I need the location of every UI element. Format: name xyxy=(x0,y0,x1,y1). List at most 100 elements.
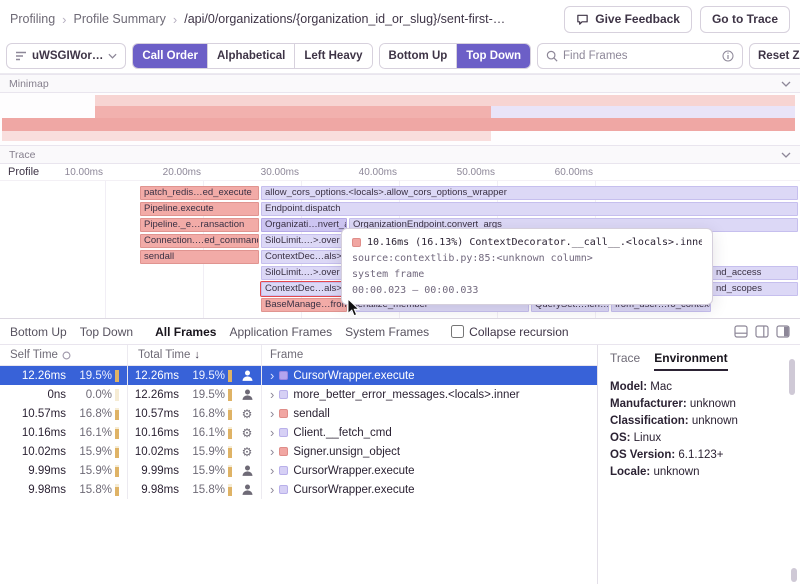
self-time-percent: 15.9% xyxy=(73,465,119,477)
details-tab-environment[interactable]: Environment xyxy=(654,351,727,371)
go-to-trace-label: Go to Trace xyxy=(712,12,778,26)
breadcrumb-item[interactable]: Profile Summary xyxy=(74,12,166,26)
total-time-percent: 16.1% xyxy=(186,427,232,439)
reset-zoom-button[interactable]: Reset Zoom xyxy=(749,43,800,69)
collapse-trace-icon[interactable] xyxy=(781,152,791,158)
flame-frame[interactable]: sendall xyxy=(140,250,259,264)
collapse-recursion[interactable]: Collapse recursion xyxy=(451,325,568,339)
flame-frame[interactable]: Endpoint.dispatch xyxy=(261,202,798,216)
give-feedback-button[interactable]: Give Feedback xyxy=(564,6,692,33)
table-row[interactable]: 10.57ms16.8%10.57ms16.8%⚙›sendall xyxy=(0,404,597,423)
tab-top-down[interactable]: Top Down xyxy=(80,325,133,339)
percent-bar xyxy=(115,370,119,382)
table-row[interactable]: 9.99ms15.9%9.99ms15.9%›CursorWrapper.exe… xyxy=(0,461,597,480)
go-to-trace-button[interactable]: Go to Trace xyxy=(700,6,790,33)
total-time-percent: 19.5% xyxy=(186,389,232,401)
breadcrumb-item[interactable]: Profiling xyxy=(10,12,55,26)
find-frames-search xyxy=(537,43,743,69)
sort-alphabetical[interactable]: Alphabetical xyxy=(207,44,294,68)
column-header-frame[interactable]: Frame xyxy=(262,349,597,361)
percent-bar xyxy=(228,484,232,496)
expand-caret[interactable]: › xyxy=(270,369,274,382)
tooltip-time-range: 00:00.023 — 00:00.033 xyxy=(352,285,702,296)
self-time-value: 0ns xyxy=(47,389,66,401)
percent-bar xyxy=(115,484,119,496)
flame-frame[interactable]: nd_access xyxy=(712,266,798,280)
details-tab-trace[interactable]: Trace xyxy=(610,351,640,371)
time-tick: 60.00ms xyxy=(535,167,593,178)
self-time-value: 10.16ms xyxy=(22,427,66,439)
detail-field: Classification: unknown xyxy=(610,413,788,430)
search-input[interactable] xyxy=(563,50,717,62)
expand-caret[interactable]: › xyxy=(270,445,274,458)
table-row[interactable]: 12.26ms19.5%12.26ms19.5%›CursorWrapper.e… xyxy=(0,366,597,385)
frame-color-chip xyxy=(279,409,288,418)
flame-frame[interactable]: Organizati…nvert_args xyxy=(261,218,347,232)
self-time-value: 12.26ms xyxy=(22,370,66,382)
self-time-value: 10.57ms xyxy=(22,408,66,420)
flame-frame[interactable]: ContextDec…als>.i… xyxy=(261,250,347,264)
column-header-total-time[interactable]: Total Time ↓ xyxy=(128,345,262,365)
tab-system-frames[interactable]: System Frames xyxy=(345,325,429,339)
time-tick: 30.00ms xyxy=(241,167,299,178)
view-top-down[interactable]: Top Down xyxy=(456,44,530,68)
minimap[interactable] xyxy=(0,93,800,145)
layout-dock-bottom-icon[interactable] xyxy=(734,325,748,338)
collapse-minimap-icon[interactable] xyxy=(781,81,791,87)
collapse-recursion-checkbox[interactable] xyxy=(451,325,464,338)
tab-application-frames[interactable]: Application Frames xyxy=(229,325,332,339)
flame-frame[interactable]: ContextDec…als>.i… xyxy=(261,282,347,296)
view-bottom-up[interactable]: Bottom Up xyxy=(380,44,457,68)
column-header-self-time[interactable]: Self Time xyxy=(0,345,128,365)
expand-caret[interactable]: › xyxy=(270,426,274,439)
expand-caret[interactable]: › xyxy=(270,407,274,420)
sort-left-heavy[interactable]: Left Heavy xyxy=(294,44,371,68)
flame-frame[interactable]: BaseManage…from_c… xyxy=(261,298,347,312)
flame-frame[interactable]: Pipeline.execute xyxy=(140,202,259,216)
user-icon xyxy=(239,388,255,401)
sort-desc-icon: ↓ xyxy=(194,349,200,361)
detail-field: OS Version: 6.1.123+ xyxy=(610,447,788,464)
frame-name: CursorWrapper.execute xyxy=(293,370,414,382)
flame-frame[interactable]: Pipeline._e…ransaction xyxy=(140,218,259,232)
page-scrollbar-thumb[interactable] xyxy=(791,568,797,582)
percent-bar xyxy=(115,427,119,439)
give-feedback-label: Give Feedback xyxy=(595,12,680,26)
expand-caret[interactable]: › xyxy=(270,483,274,496)
flame-chart[interactable]: 10.16ms (16.13%) ContextDecorator.__call… xyxy=(0,181,800,318)
flame-frame[interactable]: Connection.…ed_command xyxy=(140,234,259,248)
thread-selector-label: uWSGIWor… xyxy=(32,50,103,62)
details-fields: Model: MacManufacturer: unknownClassific… xyxy=(610,379,788,481)
table-row[interactable]: 10.16ms16.1%10.16ms16.1%⚙›Client.__fetch… xyxy=(0,423,597,442)
details-scrollbar[interactable] xyxy=(789,359,795,395)
flame-frame[interactable]: SiloLimit.…>.over… xyxy=(261,266,347,280)
flame-frame[interactable]: nd_scopes xyxy=(712,282,798,296)
frame-name: CursorWrapper.execute xyxy=(293,465,414,477)
tab-all-frames[interactable]: All Frames xyxy=(155,325,216,339)
frame-color-chip xyxy=(279,390,288,399)
table-row[interactable]: 10.02ms15.9%10.02ms15.9%⚙›Signer.unsign_… xyxy=(0,442,597,461)
user-icon xyxy=(239,483,255,496)
layout-maximized-icon[interactable] xyxy=(776,325,790,338)
tooltip-source: source:contextlib.py:85:<unknown column> xyxy=(352,253,702,264)
layout-dock-right-icon[interactable] xyxy=(755,325,769,338)
frame-color-chip xyxy=(279,485,288,494)
minimap-block xyxy=(95,95,795,106)
time-tick: 20.00ms xyxy=(143,167,201,178)
info-icon[interactable] xyxy=(722,50,734,62)
flame-frame[interactable]: allow_cors_options.<locals>.allow_cors_o… xyxy=(261,186,798,200)
bottom-panel-tabs: Bottom Up Top Down All Frames Application F… xyxy=(0,318,800,345)
flame-frame[interactable]: SiloLimit.…>.over… xyxy=(261,234,347,248)
total-time-value: 9.98ms xyxy=(141,484,179,496)
sort-call-order[interactable]: Call Order xyxy=(133,44,207,68)
table-row[interactable]: 0ns0.0%12.26ms19.5%›more_better_error_me… xyxy=(0,385,597,404)
table-row[interactable]: 9.98ms15.8%9.98ms15.8%›CursorWrapper.exe… xyxy=(0,480,597,499)
expand-caret[interactable]: › xyxy=(270,388,274,401)
tooltip-frame-type: system frame xyxy=(352,269,702,280)
thread-selector[interactable]: uWSGIWor… xyxy=(6,43,126,69)
flame-frame[interactable]: patch_redis…ed_execute xyxy=(140,186,259,200)
expand-caret[interactable]: › xyxy=(270,464,274,477)
breadcrumb-item[interactable]: /api/0/organizations/{organization_id_or… xyxy=(184,12,505,26)
feedback-bubble-icon xyxy=(576,13,589,26)
tab-bottom-up[interactable]: Bottom Up xyxy=(10,325,67,339)
